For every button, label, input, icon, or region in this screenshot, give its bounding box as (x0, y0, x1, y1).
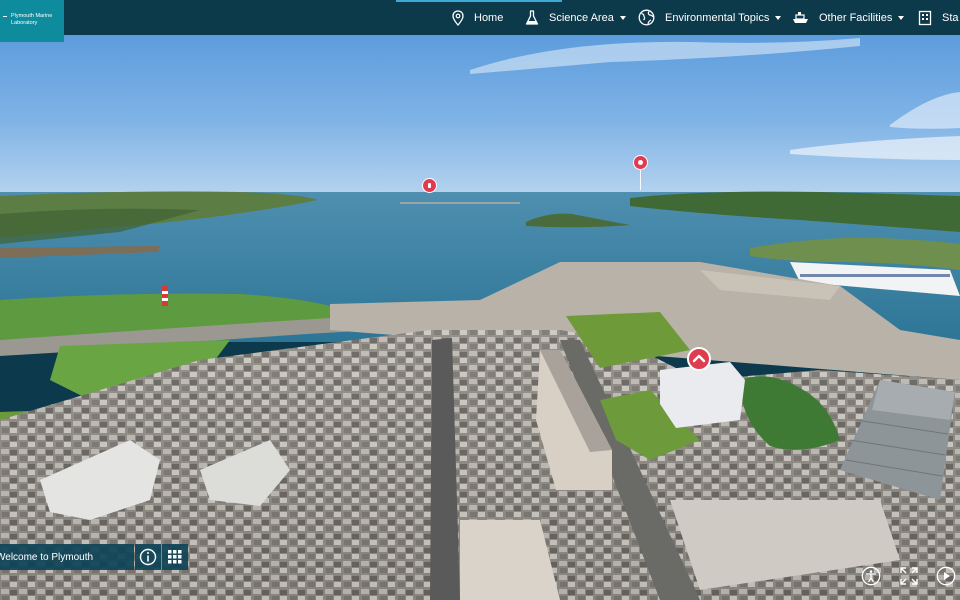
accessibility-button[interactable] (860, 565, 882, 587)
nav-environmental-topics[interactable]: Environmental Topics (638, 0, 782, 35)
nav-science-area[interactable]: Science Area (525, 0, 626, 35)
pin-icon (638, 160, 643, 165)
info-icon (139, 548, 157, 566)
top-nav-bar: Home Science Area Environmental Topics O… (0, 0, 960, 35)
logo-mark (3, 16, 7, 17)
chevron-down-icon (775, 15, 782, 20)
nav-other-facilities-label: Other Facilities (819, 11, 893, 24)
location-hotspot[interactable] (633, 155, 648, 170)
nav-stations-label: Sta (942, 11, 959, 24)
fullscreen-button[interactable] (898, 565, 920, 587)
panorama-view[interactable] (0, 0, 960, 600)
fullscreen-icon (900, 567, 918, 585)
info-button[interactable] (135, 544, 161, 570)
chevron-down-icon (619, 15, 626, 20)
brand-name-line2: Laboratory (11, 19, 38, 26)
lighthouse (162, 286, 168, 306)
white-block (660, 362, 745, 428)
scene-link-hotspot[interactable] (687, 347, 711, 371)
map-pin-icon (452, 9, 464, 26)
hotspot-stem (640, 170, 641, 190)
flask-icon (525, 9, 539, 25)
breakwater (400, 202, 520, 204)
chevron-up-icon (692, 354, 706, 363)
building-icon (918, 10, 932, 25)
nav-other-facilities[interactable]: Other Facilities (792, 0, 905, 35)
play-icon (936, 566, 956, 586)
nav-science-area-label: Science Area (549, 11, 614, 24)
nav-environmental-topics-label: Environmental Topics (665, 11, 770, 24)
globe-icon (638, 9, 655, 26)
info-icon (428, 183, 431, 188)
brand-logo[interactable]: Plymouth Marine Laboratory (0, 0, 64, 42)
chevron-down-icon (898, 15, 905, 20)
nav-home-label: Home (474, 11, 504, 24)
nav-home[interactable]: Home (452, 0, 503, 35)
tour-title: Welcome to Plymouth (0, 551, 94, 563)
scenes-grid-button[interactable] (162, 544, 188, 570)
accessibility-icon (861, 566, 881, 586)
grid-icon (168, 550, 182, 564)
nav-stations[interactable]: Sta (918, 0, 959, 35)
ship-icon (793, 11, 808, 23)
autoplay-button[interactable] (935, 565, 957, 587)
info-hotspot[interactable] (422, 178, 437, 193)
tour-title-bar: Welcome to Plymouth (0, 544, 134, 570)
